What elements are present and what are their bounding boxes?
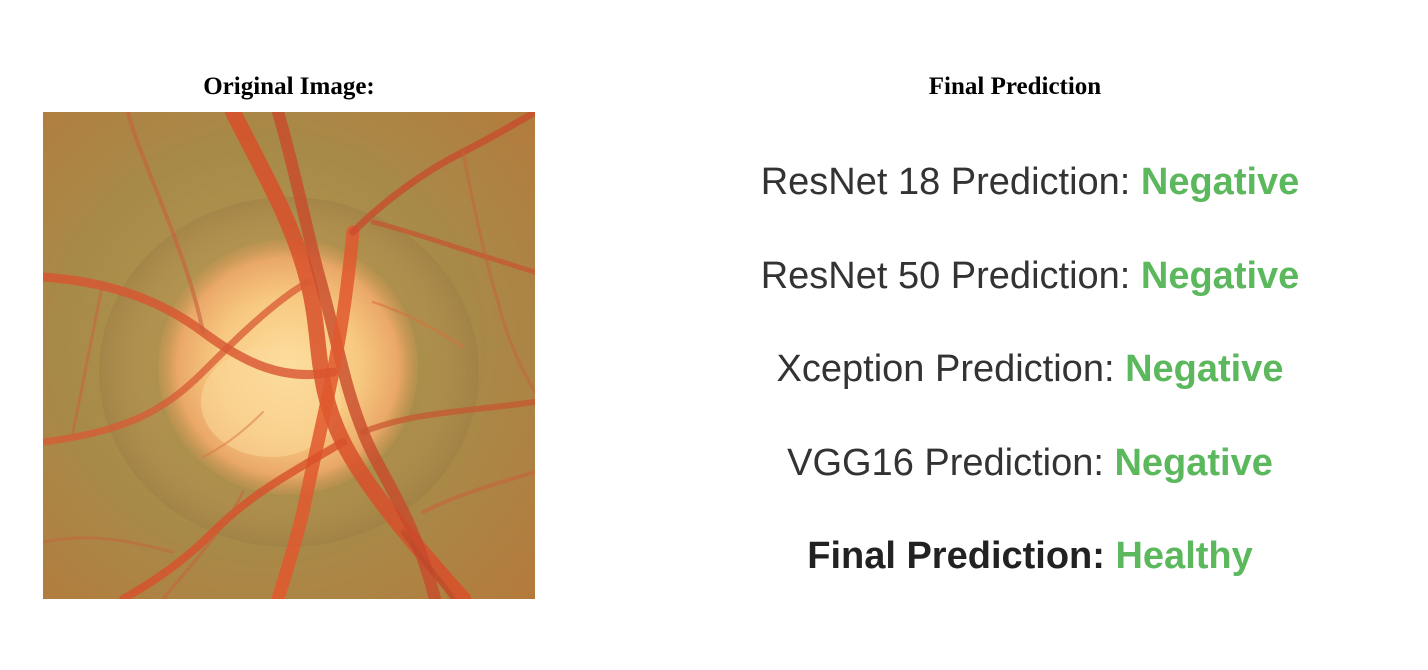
prediction-value: Negative (1140, 161, 1300, 203)
fundus-image (43, 112, 535, 599)
prediction-value: Negative (1140, 254, 1300, 297)
resnet18-prediction: ResNet 18 Prediction: Negative (640, 150, 1420, 244)
vgg16-prediction: VGG16 Prediction: Negative (640, 431, 1420, 525)
prediction-list: ResNet 18 Prediction: Negative ResNet 50… (640, 150, 1420, 618)
prediction-value: Negative (1125, 348, 1284, 390)
prediction-label: ResNet 18 Prediction: (760, 161, 1141, 203)
prediction-label: ResNet 50 Prediction: (760, 254, 1141, 297)
final-prediction-value: Healthy (1115, 535, 1253, 577)
final-prediction: Final Prediction: Healthy (640, 524, 1420, 618)
original-image-title: Original Image: (203, 73, 375, 100)
final-prediction-label: Final Prediction: (807, 535, 1116, 577)
final-prediction-title: Final Prediction (928, 73, 1102, 100)
prediction-label: Xception Prediction: (776, 348, 1126, 390)
prediction-label: VGG16 Prediction: (787, 441, 1115, 484)
prediction-value: Negative (1114, 441, 1273, 484)
resnet50-prediction: ResNet 50 Prediction: Negative (640, 244, 1420, 338)
xception-prediction: Xception Prediction: Negative (640, 337, 1420, 431)
